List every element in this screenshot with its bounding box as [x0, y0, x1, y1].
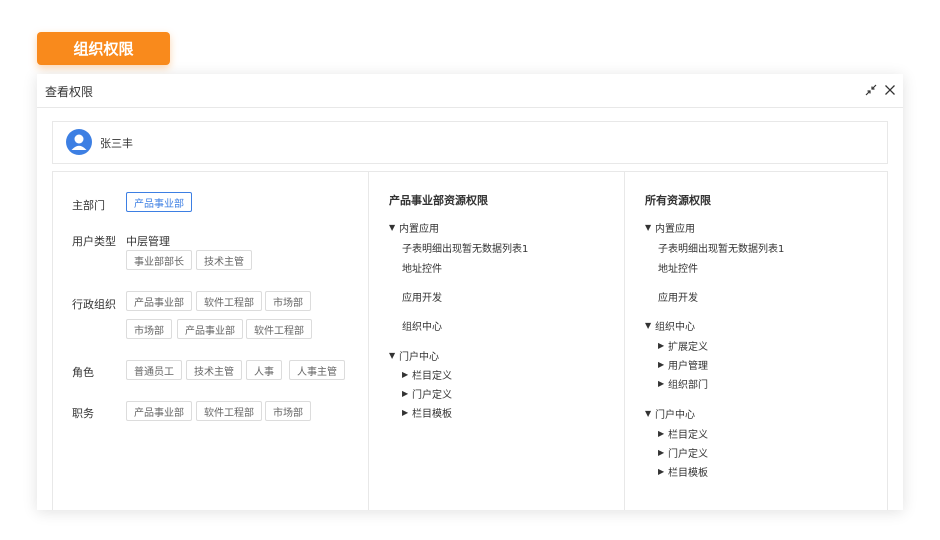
tree-item[interactable]: ▶ 栏目模板	[402, 405, 452, 420]
tree-item[interactable]: 应用开发	[658, 289, 698, 304]
tree-item[interactable]: ▶ 栏目定义	[402, 367, 452, 382]
caret-right-icon: ▶	[402, 389, 409, 398]
user-card: 张三丰	[52, 121, 888, 164]
dialog-title: 查看权限	[45, 85, 94, 99]
dept-resources-title: 产品事业部资源权限	[389, 194, 488, 207]
duty-tag: 产品事业部	[126, 401, 192, 421]
admin-org-tag: 软件工程部	[246, 319, 312, 339]
dialog-header: 查看权限	[37, 74, 903, 108]
user-type-value: 中层管理	[126, 235, 170, 248]
tree-item[interactable]: 应用开发	[402, 289, 442, 304]
admin-org-tag: 市场部	[265, 291, 311, 311]
permission-content: 主部门 产品事业部 用户类型 中层管理 事业部部长 技术主管 行政组织 产品事业…	[52, 171, 888, 510]
caret-down-icon: ▼	[645, 223, 652, 232]
role-tag: 人事主管	[289, 360, 345, 380]
tree-item[interactable]: 子表明细出现暂无数据列表1	[658, 240, 784, 255]
tree-item[interactable]: ▶ 门户定义	[402, 386, 452, 401]
user-type-tag: 事业部部长	[126, 250, 192, 270]
tree-item[interactable]: ▼ 组织中心	[645, 318, 695, 333]
tree-item[interactable]: ▶ 扩展定义	[658, 338, 708, 353]
duty-tag: 软件工程部	[196, 401, 262, 421]
collapse-arrows-icon[interactable]	[862, 81, 880, 99]
section-badge: 组织权限	[37, 32, 170, 65]
caret-down-icon: ▼	[389, 351, 396, 360]
main-dept-tag: 产品事业部	[126, 192, 192, 212]
admin-org-tag: 产品事业部	[177, 319, 243, 339]
tree-item[interactable]: 组织中心	[402, 318, 442, 333]
admin-org-tag: 软件工程部	[196, 291, 262, 311]
tree-item[interactable]: 子表明细出现暂无数据列表1	[402, 240, 528, 255]
user-name: 张三丰	[100, 137, 133, 150]
tree-item[interactable]: ▼ 内置应用	[645, 220, 695, 235]
caret-right-icon: ▶	[402, 408, 409, 417]
tree-item[interactable]: ▼ 内置应用	[389, 220, 439, 235]
caret-down-icon: ▼	[389, 223, 396, 232]
tree-item[interactable]: ▼ 门户中心	[645, 406, 695, 421]
main-dept-label: 主部门	[72, 199, 105, 212]
tree-item[interactable]: ▼ 门户中心	[389, 348, 439, 363]
role-tag: 人事	[246, 360, 282, 380]
caret-right-icon: ▶	[658, 341, 665, 350]
all-resources-title: 所有资源权限	[645, 194, 711, 207]
column-divider	[368, 172, 369, 510]
admin-org-label: 行政组织	[72, 298, 116, 311]
admin-org-tag: 产品事业部	[126, 291, 192, 311]
caret-down-icon: ▼	[645, 321, 652, 330]
caret-right-icon: ▶	[658, 448, 665, 457]
user-type-label: 用户类型	[72, 235, 116, 248]
caret-down-icon: ▼	[645, 409, 652, 418]
tree-item[interactable]: ▶ 用户管理	[658, 357, 708, 372]
duty-label: 职务	[72, 407, 94, 420]
role-tag: 技术主管	[186, 360, 242, 380]
tree-item[interactable]: ▶ 组织部门	[658, 376, 708, 391]
caret-right-icon: ▶	[658, 360, 665, 369]
duty-tag: 市场部	[265, 401, 311, 421]
admin-org-tag: 市场部	[126, 319, 172, 339]
tree-item[interactable]: 地址控件	[658, 260, 698, 275]
role-label: 角色	[72, 366, 94, 379]
caret-right-icon: ▶	[658, 379, 665, 388]
permission-dialog: 查看权限 张三丰 主部门 产品事业部 用户类型 中层管理 事业部部长 技术主管 …	[37, 74, 903, 510]
caret-right-icon: ▶	[658, 429, 665, 438]
close-icon[interactable]	[881, 81, 899, 99]
caret-right-icon: ▶	[658, 467, 665, 476]
role-tag: 普通员工	[126, 360, 182, 380]
caret-right-icon: ▶	[402, 370, 409, 379]
column-divider	[624, 172, 625, 510]
tree-item[interactable]: ▶ 栏目定义	[658, 426, 708, 441]
user-type-tag: 技术主管	[196, 250, 252, 270]
tree-item[interactable]: 地址控件	[402, 260, 442, 275]
tree-item[interactable]: ▶ 栏目模板	[658, 464, 708, 479]
user-avatar-icon	[66, 129, 92, 155]
tree-item[interactable]: ▶ 门户定义	[658, 445, 708, 460]
